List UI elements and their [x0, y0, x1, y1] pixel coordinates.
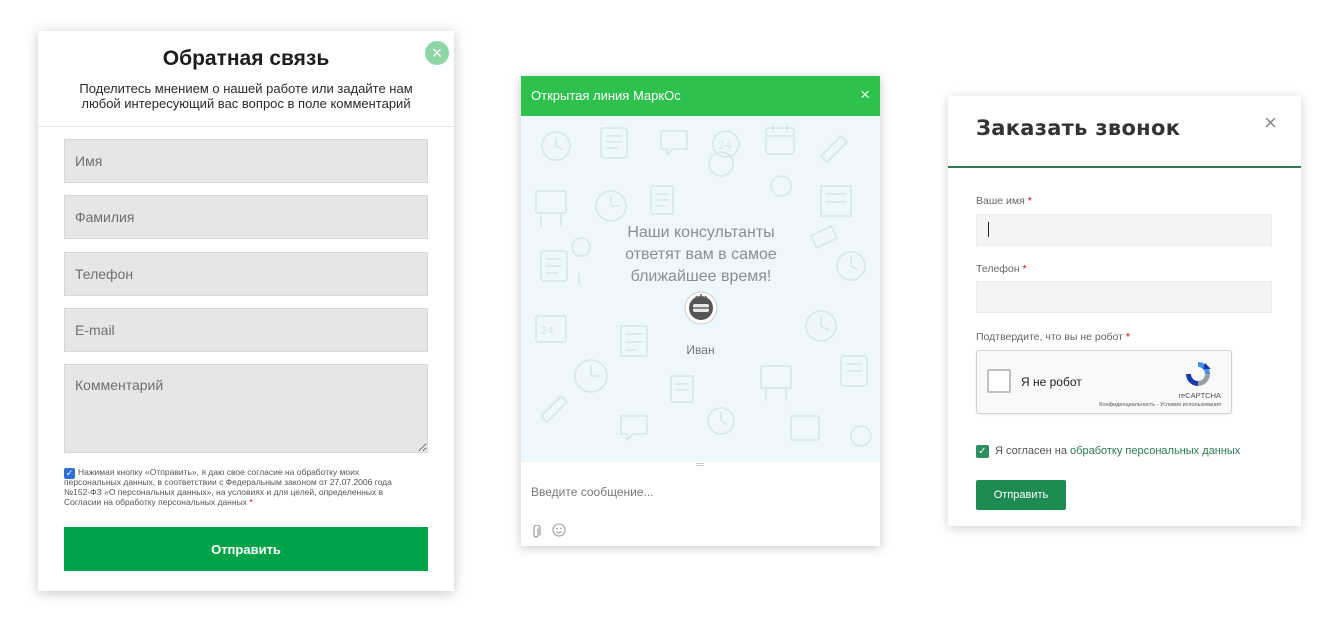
name-input[interactable] [976, 214, 1272, 246]
agree-checkbox[interactable]: ✓ [976, 445, 989, 458]
close-icon[interactable]: × [860, 85, 870, 105]
phone-input[interactable] [976, 281, 1272, 313]
chat-title: Открытая линия МаркОс [531, 88, 681, 103]
agent-name: Иван [686, 343, 715, 357]
chat-header: Открытая линия МаркОс × [521, 76, 880, 116]
recaptcha-widget: Я не робот reCAPTCHA Конфиденциальность … [976, 350, 1232, 414]
recaptcha-brand: reCAPTCHA [1178, 391, 1221, 400]
recaptcha-icon [1186, 362, 1211, 386]
close-icon[interactable]: × [1264, 110, 1277, 136]
chat-body: 24 24 Наши консультанты ответят вам в са… [521, 116, 880, 462]
submit-button[interactable]: Отправить [976, 480, 1066, 510]
recaptcha-text: Я не робот [1021, 375, 1082, 389]
paperclip-icon[interactable] [531, 524, 541, 542]
email-input[interactable] [64, 308, 428, 352]
phone-label: Телефон * [976, 263, 1027, 275]
comment-textarea[interactable] [64, 364, 428, 453]
recaptcha-links[interactable]: Конфиденциальность - Условия использован… [1099, 402, 1221, 408]
text-cursor [988, 222, 989, 237]
doodle-pattern-background: 24 24 [535, 123, 872, 447]
submit-button[interactable]: Отправить [64, 527, 428, 571]
consent-label: Нажимая кнопку «Отправить», я даю свое с… [64, 467, 392, 507]
personal-data-link[interactable]: обработку персональных данных [1070, 445, 1240, 457]
feedback-modal: × Обратная связь Поделитесь мнением о на… [38, 31, 454, 591]
svg-text:24: 24 [718, 139, 732, 152]
smile-icon[interactable] [552, 523, 566, 540]
captcha-label: Подтвердите, что вы не робот * [976, 331, 1130, 343]
svg-text:24: 24 [541, 326, 554, 337]
agree-text: Я согласен на обработку персональных дан… [995, 445, 1240, 457]
name-label-text: Ваше имя [976, 195, 1025, 207]
name-label: Ваше имя * [976, 195, 1032, 207]
surname-input[interactable] [64, 195, 428, 239]
required-mark: * [249, 497, 253, 507]
consent-text: Нажимая кнопку «Отправить», я даю свое с… [64, 467, 414, 507]
agent-avatar [684, 291, 718, 325]
chat-widget: Открытая линия МаркОс × 24 24 Наши консу… [521, 76, 880, 546]
agree-prefix: Я согласен на [995, 445, 1071, 457]
phone-input[interactable] [64, 252, 428, 296]
captcha-label-text: Подтвердите, что вы не робот [976, 331, 1123, 343]
divider [948, 166, 1301, 168]
feedback-title: Обратная связь [162, 47, 330, 70]
phone-label-text: Телефон [976, 263, 1020, 275]
required-mark: * [1022, 263, 1027, 275]
callback-title: Заказать звонок [976, 116, 1181, 140]
callback-modal: Заказать звонок × Ваше имя * Телефон * П… [948, 96, 1301, 526]
recaptcha-checkbox[interactable] [987, 369, 1011, 393]
required-mark: * [1027, 195, 1032, 207]
divider [38, 126, 454, 127]
name-input[interactable] [64, 139, 428, 183]
chat-welcome-message: Наши консультанты ответят вам в самое бл… [625, 224, 777, 285]
feedback-subtitle: Поделитесь мнением о нашей работе или за… [79, 81, 413, 111]
message-input[interactable] [521, 468, 880, 516]
required-mark: * [1125, 331, 1130, 343]
resize-handle[interactable] [696, 463, 704, 466]
